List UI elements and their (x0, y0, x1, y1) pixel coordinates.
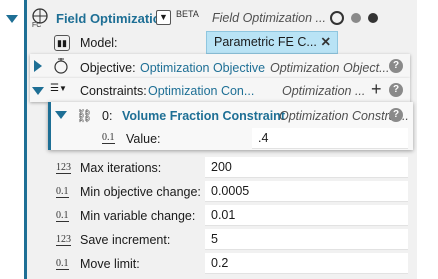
tree-guide-line (6, 0, 10, 279)
constraint-value-label: Value: (126, 132, 161, 146)
decimal-value-icon: 0.1 (56, 210, 69, 222)
link-icon: ⛓ (76, 108, 93, 123)
constraints-icon: ☰▼ (50, 83, 67, 94)
param-label: Max iterations: (80, 161, 162, 175)
constraint-value-input[interactable]: .4 (252, 128, 408, 149)
objective-subtitle: Optimization Object... (270, 61, 390, 75)
add-constraint-button[interactable]: + (371, 79, 382, 100)
svg-text:FC: FC (32, 22, 41, 28)
model-value: Parametric FE C... (214, 35, 317, 49)
panel-subtitle: Field Optimization ... (212, 11, 326, 25)
param-value-input[interactable]: 200 (205, 157, 408, 178)
decimal-value-icon: 0.1 (102, 132, 115, 144)
status-dot-gray-icon (351, 13, 361, 23)
constraint-0-help-icon[interactable]: ? (389, 108, 403, 122)
title-dropdown-button[interactable]: ▼ (156, 10, 171, 25)
param-value-input[interactable]: 0.2 (205, 253, 408, 274)
objective-value[interactable]: Optimization Objective (140, 61, 265, 75)
constraints-help-icon[interactable]: ? (389, 83, 403, 97)
integer-value-icon: 123 (56, 234, 71, 246)
chevron-down-icon[interactable]: ▼ (59, 84, 67, 93)
decimal-value-icon: 0.1 (56, 258, 69, 270)
param-label: Move limit: (80, 257, 140, 271)
beta-badge: BETA (176, 9, 199, 19)
collapse-constraints-toggle[interactable] (32, 87, 44, 95)
collapse-constraint-0-toggle[interactable] (55, 111, 67, 119)
objective-icon (52, 57, 70, 75)
field-optimization-icon: FC (30, 6, 50, 29)
clear-model-icon[interactable]: ✕ (321, 34, 331, 49)
constraints-label: Constraints: (80, 84, 147, 98)
constraints-subtitle: Optimization ... (282, 84, 366, 98)
param-label: Min objective change: (80, 185, 201, 199)
param-value-input[interactable]: 0.0005 (205, 181, 408, 202)
panel-title: Field Optimization (56, 11, 169, 26)
constraint-0-index: 0: (102, 109, 113, 123)
objective-label: Objective: (80, 61, 136, 75)
constraint-0-title[interactable]: Volume Fraction Constraint (122, 109, 285, 123)
constraints-list-icon: ☰ (50, 83, 59, 94)
chevron-down-icon: ▼ (159, 12, 168, 22)
param-value-input[interactable]: 0.01 (205, 205, 408, 226)
integer-value-icon: 123 (56, 162, 71, 174)
objective-help-icon[interactable]: ? (389, 59, 403, 73)
param-label: Min variable change: (80, 209, 196, 223)
expand-objective-toggle[interactable] (34, 60, 42, 72)
status-dot-dark-icon (368, 13, 378, 23)
param-value-input[interactable]: 5 (205, 229, 408, 250)
model-icon: ▮▮ (54, 35, 70, 51)
collapse-toggle[interactable] (6, 15, 18, 23)
decimal-value-icon: 0.1 (56, 186, 69, 198)
status-ring-icon (330, 11, 344, 25)
constraints-value[interactable]: Optimization Con... (148, 84, 254, 98)
model-label: Model: (80, 36, 118, 50)
param-label: Save increment: (80, 233, 171, 247)
model-value-field[interactable]: Parametric FE C... ✕ (206, 31, 338, 54)
